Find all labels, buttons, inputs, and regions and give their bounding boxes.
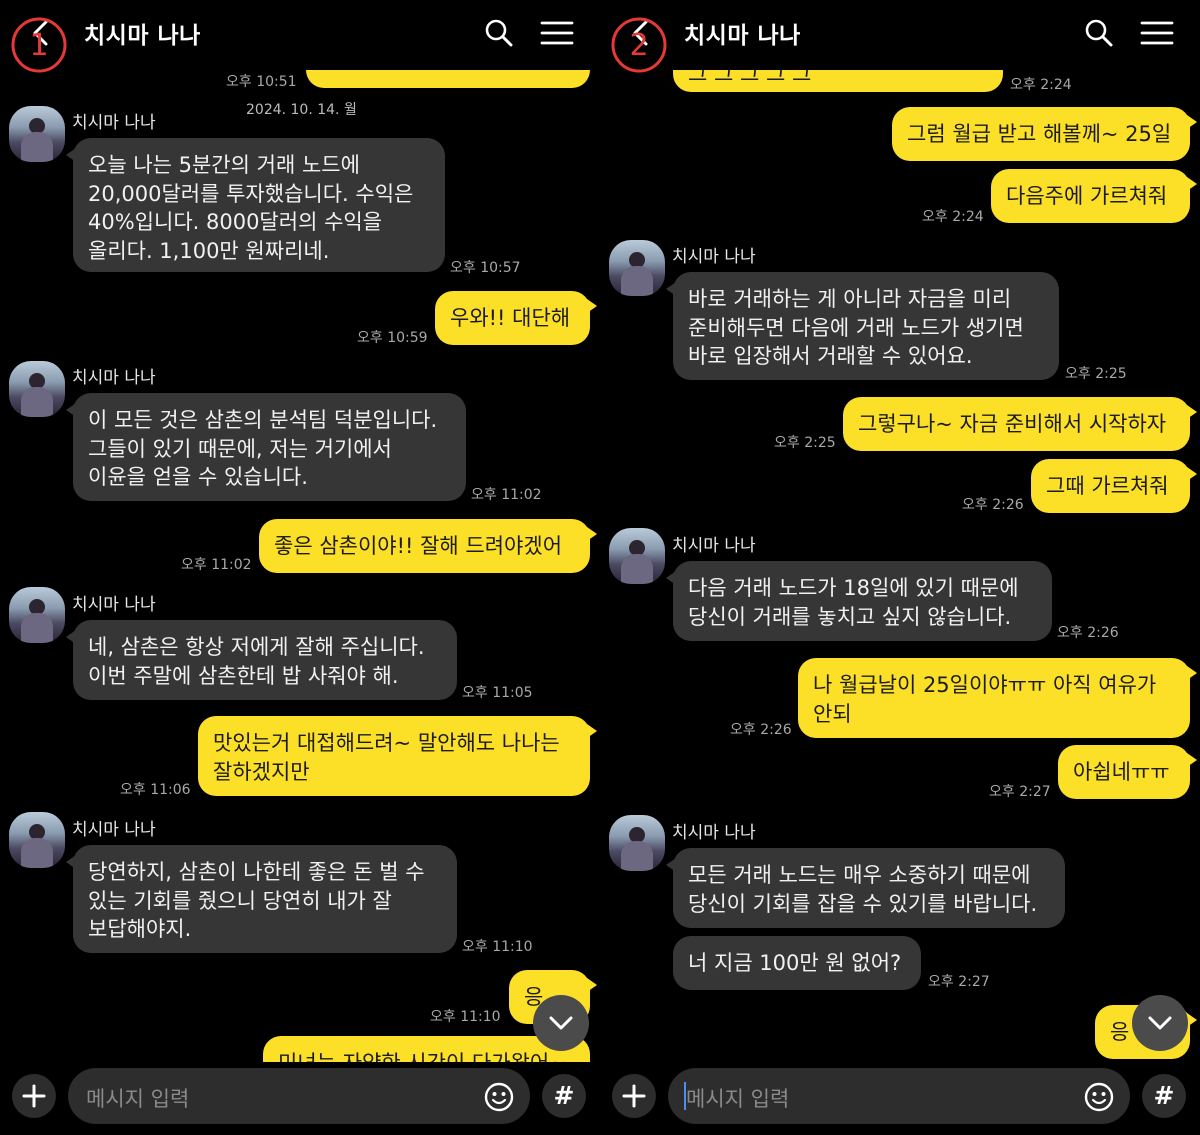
message-time: 오후 2:24 xyxy=(922,209,984,225)
message-time: 오후 10:51 xyxy=(226,74,297,90)
message-time: 오후 10:57 xyxy=(450,260,521,276)
hamburger-menu-icon[interactable] xyxy=(540,20,574,46)
input-bar: 메시지 입력 # xyxy=(600,1062,1200,1135)
outgoing-message[interactable]: 다음주에 가르쳐줘 xyxy=(991,169,1197,223)
chat-area[interactable]: 오후 10:51 2024. 10. 14. 월 치시마 나나 오늘 나는 5분… xyxy=(0,0,600,1062)
incoming-message[interactable]: 다음 거래 노드가 18일에 있기 때문에 당신이 거래를 놓치고 싶지 않습니… xyxy=(666,561,1052,641)
hash-button[interactable]: # xyxy=(1142,1074,1186,1118)
message-time: 오후 11:10 xyxy=(430,1009,501,1025)
message-time: 오후 2:24 xyxy=(1010,77,1072,93)
outgoing-message[interactable]: 그렇구나~ 자금 준비해서 시작하자 xyxy=(843,397,1197,451)
chat-screenshot-1: 오후 10:51 2024. 10. 14. 월 치시마 나나 오늘 나는 5분… xyxy=(0,0,600,1135)
avatar[interactable] xyxy=(609,528,665,584)
sender-name: 치시마 나나 xyxy=(72,820,156,840)
message-time: 오후 11:06 xyxy=(120,782,191,798)
incoming-message[interactable]: 당연하지, 삼촌이 나한테 좋은 돈 벌 수 있는 기회를 줬으니 당연히 내가… xyxy=(66,845,457,953)
outgoing-message[interactable]: 아쉽네ㅠㅠ xyxy=(1058,745,1197,799)
outgoing-message[interactable]: 그럼 월급 받고 해볼께~ 25일 xyxy=(892,107,1197,161)
message-time: 오후 2:27 xyxy=(989,784,1051,800)
chat-header: 치시마 나나 xyxy=(0,0,600,70)
message-time: 오후 10:59 xyxy=(357,330,428,346)
sender-name: 치시마 나나 xyxy=(72,595,156,615)
input-bar: 메시지 입력 # xyxy=(0,1062,600,1135)
chat-title: 치시마 나나 xyxy=(84,23,201,49)
attach-button[interactable] xyxy=(12,1074,56,1118)
avatar[interactable] xyxy=(9,812,65,868)
message-time: 오후 2:26 xyxy=(962,497,1024,513)
message-time: 오후 2:26 xyxy=(730,722,792,738)
incoming-message[interactable]: 네, 삼촌은 항상 저에게 잘해 주십니다. 이번 주말에 삼촌한테 밥 사줘야… xyxy=(66,620,457,700)
chat-title: 치시마 나나 xyxy=(684,23,801,49)
emoji-icon[interactable] xyxy=(1084,1082,1114,1112)
chat-screenshot-2: 그 그 그 그 그 오후 2:24 그럼 월급 받고 해볼께~ 25일 다음주에… xyxy=(600,0,1200,1135)
message-input-placeholder: 메시지 입력 xyxy=(86,1087,190,1111)
search-icon[interactable] xyxy=(484,18,514,48)
message-time: 오후 11:10 xyxy=(462,939,533,955)
emoji-icon[interactable] xyxy=(484,1082,514,1112)
avatar[interactable] xyxy=(9,106,65,162)
attach-button[interactable] xyxy=(612,1074,656,1118)
chat-area[interactable]: 그 그 그 그 그 오후 2:24 그럼 월급 받고 해볼께~ 25일 다음주에… xyxy=(600,0,1200,1062)
message-time: 오후 2:27 xyxy=(928,974,990,990)
outgoing-message[interactable]: 맛있는거 대접해드려~ 말안해도 나나는 잘하겠지만 xyxy=(198,716,597,796)
plus-icon xyxy=(622,1084,646,1108)
sender-name: 치시마 나나 xyxy=(72,368,156,388)
message-input[interactable]: 메시지 입력 xyxy=(68,1068,530,1124)
outgoing-message[interactable]: 좋은 삼촌이야!! 잘해 드려야겠어 xyxy=(259,519,597,573)
outgoing-message[interactable]: 우와!! 대단해 xyxy=(435,291,597,345)
scroll-to-bottom-button[interactable] xyxy=(533,995,589,1051)
incoming-message[interactable]: 바로 거래하는 게 아니라 자금을 미리 준비해두면 다음에 거래 노드가 생기… xyxy=(666,272,1059,380)
hamburger-menu-icon[interactable] xyxy=(1140,20,1174,46)
message-time: 오후 11:05 xyxy=(462,685,533,701)
step-marker-1: 1 xyxy=(11,17,67,73)
message-input-placeholder: 메시지 입력 xyxy=(686,1087,790,1111)
message-time: 오후 11:02 xyxy=(471,487,542,503)
incoming-message[interactable]: 이 모든 것은 삼촌의 분석팀 덕분입니다. 그들이 있기 때문에, 저는 거기… xyxy=(66,393,466,501)
incoming-message[interactable]: 오늘 나는 5분간의 거래 노드에 20,000달러를 투자했습니다. 수익은 … xyxy=(66,138,445,272)
chevron-down-icon xyxy=(1148,1016,1172,1030)
sender-name: 치시마 나나 xyxy=(672,536,756,556)
step-marker-2: 2 xyxy=(611,17,667,73)
outgoing-message[interactable]: 나 월급날이 25일이야ㅠㅠ 아직 여유가 안되 xyxy=(798,658,1197,738)
avatar[interactable] xyxy=(9,361,65,417)
sender-name: 치시마 나나 xyxy=(672,247,756,267)
hash-button[interactable]: # xyxy=(542,1074,586,1118)
date-separator: 2024. 10. 14. 월 xyxy=(246,102,357,118)
avatar[interactable] xyxy=(609,815,665,871)
outgoing-message[interactable]: 그때 가르쳐줘 xyxy=(1031,459,1197,513)
message-input[interactable]: 메시지 입력 xyxy=(668,1068,1130,1124)
sender-name: 치시마 나나 xyxy=(672,823,756,843)
scroll-to-bottom-button[interactable] xyxy=(1132,995,1188,1051)
message-time: 오후 2:25 xyxy=(1065,366,1127,382)
avatar[interactable] xyxy=(609,240,665,296)
plus-icon xyxy=(22,1084,46,1108)
message-time: 오후 11:02 xyxy=(181,557,252,573)
message-time: 오후 2:25 xyxy=(774,435,836,451)
svg-text:2: 2 xyxy=(629,28,648,63)
incoming-message[interactable]: 모든 거래 노드는 매우 소중하기 때문에 당신이 기회를 잡을 수 있기를 바… xyxy=(666,848,1065,928)
chevron-down-icon xyxy=(549,1016,573,1030)
sender-name: 치시마 나나 xyxy=(72,113,156,133)
svg-text:1: 1 xyxy=(29,28,48,63)
chat-header: 치시마 나나 xyxy=(600,0,1200,70)
search-icon[interactable] xyxy=(1084,18,1114,48)
avatar[interactable] xyxy=(9,587,65,643)
message-time: 오후 2:26 xyxy=(1057,625,1119,641)
incoming-message[interactable]: 너 지금 100만 원 없어? xyxy=(673,936,921,990)
